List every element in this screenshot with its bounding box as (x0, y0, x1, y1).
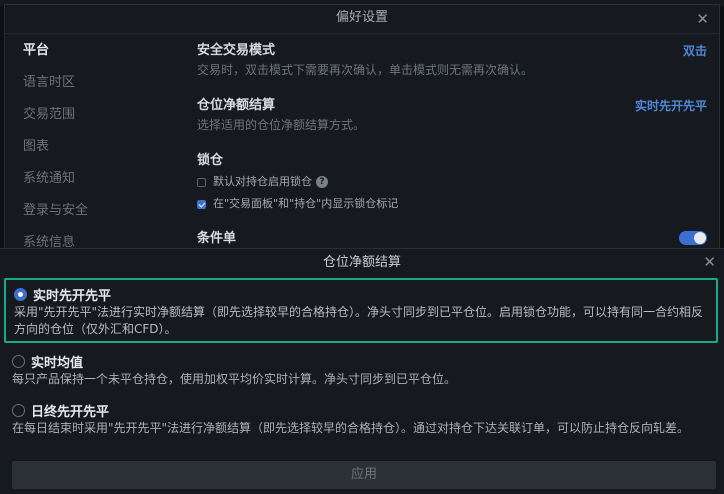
option-eod-fifo[interactable]: 日终先开先平 在每日结束时采用"先开先平"法进行净额结算（即先选择较早的合格持仓… (4, 396, 718, 458)
section-netting: 仓位净额结算 选择适用的仓位净额结算方式。 实时先开先平 (197, 96, 707, 151)
help-icon[interactable]: ? (316, 176, 328, 188)
preferences-title: 偏好设置 (5, 5, 719, 34)
section-title: 条件单 (197, 231, 237, 246)
sidebar-item-trading-scope[interactable]: 交易范围 (23, 105, 88, 137)
dialog-title: 仓位净额结算 (322, 255, 401, 270)
section-desc: 选择适用的仓位净额结算方式。 (197, 118, 366, 132)
option-realtime-average[interactable]: 实时均值 每只产品保持一个未平仓持仓，使用加权平均价实时计算。净头寸同步到已平仓… (4, 347, 718, 391)
radio-realtime-average[interactable] (12, 354, 25, 368)
section-safe-trade: 安全交易模式 交易时，双击模式下需要再次确认，单击模式则无需再次确认。 双击 (197, 41, 707, 96)
sidebar-item-platform[interactable]: 平台 (23, 41, 88, 73)
safe-trade-mode-link[interactable]: 双击 (683, 41, 707, 61)
section-title: 仓位净额结算 (197, 98, 276, 113)
conditional-toggle[interactable] (679, 231, 707, 245)
radio-realtime-fifo[interactable] (14, 287, 27, 301)
option-desc: 采用"先开先平"法进行实时净额结算（即先选择较早的合格持仓）。净头寸同步到已平仓… (14, 305, 704, 336)
netting-dialog: 仓位净额结算 ✕ 实时先开先平 采用"先开先平"法进行实时净额结算（即先选择较早… (0, 248, 724, 494)
section-desc: 交易时，双击模式下需要再次确认，单击模式则无需再次确认。 (197, 63, 534, 77)
option-title: 实时先开先平 (33, 288, 112, 304)
lock-default-row[interactable]: 默认对持仓启用锁仓 ? (197, 171, 707, 193)
radio-eod-fifo[interactable] (12, 403, 25, 417)
apply-button[interactable]: 应用 (12, 461, 716, 489)
option-desc: 在每日结束时采用"先开先平"法进行净额结算（即先选择较早的合格持仓）。通过对持仓… (12, 421, 690, 435)
lock-default-checkbox[interactable] (197, 177, 206, 187)
checkbox-label: 默认对持仓启用锁仓 (213, 175, 312, 188)
netting-mode-link[interactable]: 实时先开先平 (635, 96, 707, 116)
toggle-knob (694, 232, 706, 244)
section-title: 锁仓 (197, 153, 224, 168)
option-realtime-fifo[interactable]: 实时先开先平 采用"先开先平"法进行实时净额结算（即先选择较早的合格持仓）。净头… (4, 278, 718, 343)
section-lock: 锁仓 默认对持仓启用锁仓 ? 在"交易面板"和"持仓"内显示锁仓标记 (197, 151, 707, 229)
sidebar-item-login-security[interactable]: 登录与安全 (23, 201, 88, 233)
close-icon[interactable]: ✕ (696, 10, 709, 28)
sidebar-item-notifications[interactable]: 系统通知 (23, 169, 88, 201)
preferences-window: 偏好设置 ✕ 平台 语言时区 交易范围 图表 系统通知 登录与安全 系统信息 安… (4, 4, 720, 256)
option-title: 实时均值 (31, 355, 84, 371)
section-conditional: 条件单 (197, 229, 707, 249)
sidebar-item-language-timezone[interactable]: 语言时区 (23, 73, 88, 105)
preferences-content: 安全交易模式 交易时，双击模式下需要再次确认，单击模式则无需再次确认。 双击 仓… (197, 41, 707, 249)
lock-show-mark-row[interactable]: 在"交易面板"和"持仓"内显示锁仓标记 (197, 193, 707, 215)
option-title: 日终先开先平 (31, 404, 110, 420)
preferences-sidebar: 平台 语言时区 交易范围 图表 系统通知 登录与安全 系统信息 (23, 41, 88, 265)
close-icon[interactable]: ✕ (703, 253, 716, 271)
lock-show-mark-checkbox[interactable] (197, 199, 206, 209)
sidebar-item-chart[interactable]: 图表 (23, 137, 88, 169)
checkbox-label: 在"交易面板"和"持仓"内显示锁仓标记 (213, 197, 399, 210)
option-desc: 每只产品保持一个未平仓持仓，使用加权平均价实时计算。净头寸同步到已平仓位。 (12, 372, 457, 386)
section-title: 安全交易模式 (197, 43, 276, 58)
